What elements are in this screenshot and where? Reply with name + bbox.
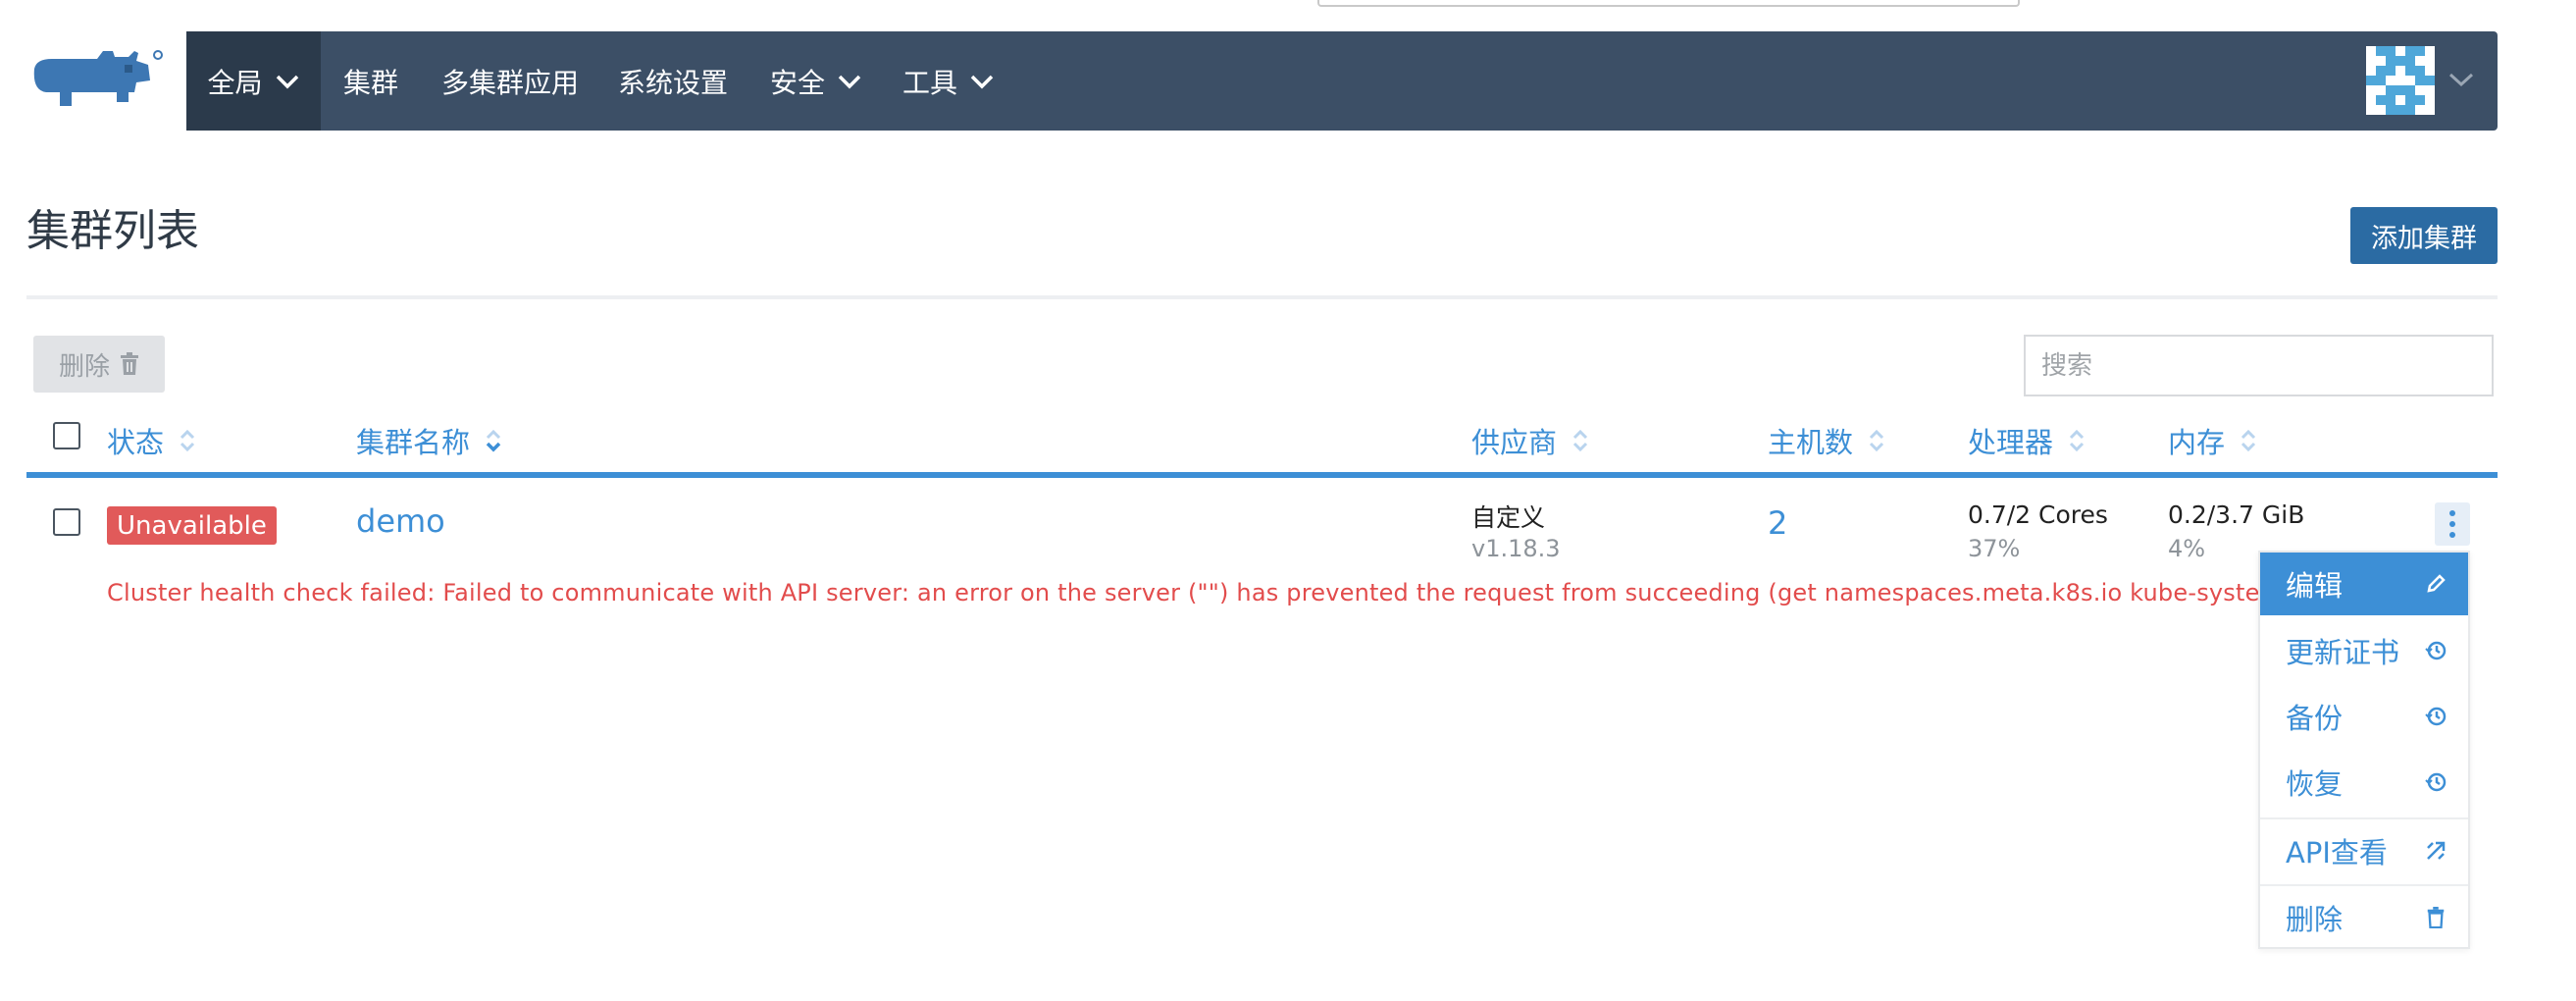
history-icon bbox=[2425, 641, 2447, 660]
menu-item-edit[interactable]: 编辑 bbox=[2260, 553, 2468, 615]
row-checkbox[interactable] bbox=[53, 508, 80, 536]
chevron-down-icon bbox=[838, 75, 861, 88]
select-all-checkbox[interactable] bbox=[53, 422, 80, 449]
nav-clusters[interactable]: 集群 bbox=[343, 31, 398, 131]
nav-multi-cluster-apps-label: 多集群应用 bbox=[441, 66, 580, 99]
user-avatar-icon[interactable] bbox=[2366, 46, 2435, 115]
history-icon bbox=[2425, 772, 2447, 792]
menu-item-restore[interactable]: 恢复 bbox=[2260, 751, 2468, 814]
memory-usage: 0.2/3.7 GiB bbox=[2168, 500, 2305, 529]
host-count-link[interactable]: 2 bbox=[1768, 504, 1787, 542]
menu-item-view-api-label: API查看 bbox=[2286, 836, 2388, 869]
cpu-usage: 0.7/2 Cores bbox=[1968, 500, 2108, 529]
provider-version: v1.18.3 bbox=[1471, 535, 1561, 562]
nav-security[interactable]: 安全 bbox=[770, 31, 862, 131]
cpu-percent: 37% bbox=[1968, 535, 2021, 562]
history-icon bbox=[2425, 707, 2447, 726]
menu-item-delete-label: 删除 bbox=[2286, 903, 2344, 936]
nav-global-label: 全局 bbox=[207, 66, 263, 99]
table-header-divider bbox=[26, 472, 2498, 478]
nav-tools[interactable]: 工具 bbox=[902, 31, 995, 131]
user-menu-chevron-icon[interactable] bbox=[2447, 71, 2475, 88]
sort-icon bbox=[1869, 429, 1884, 452]
menu-item-backup-label: 备份 bbox=[2286, 702, 2344, 735]
status-badge: Unavailable bbox=[107, 506, 277, 545]
sort-icon bbox=[2241, 429, 2256, 452]
provider-name: 自定义 bbox=[1471, 503, 1546, 532]
column-cluster-name-label: 集群名称 bbox=[356, 426, 471, 459]
memory-percent: 4% bbox=[2168, 535, 2206, 562]
column-provider-label: 供应商 bbox=[1471, 426, 1558, 459]
pencil-icon bbox=[2427, 574, 2446, 593]
menu-item-rotate-certs-label: 更新证书 bbox=[2286, 636, 2400, 669]
nav-system-settings[interactable]: 系统设置 bbox=[618, 31, 728, 131]
search-input[interactable] bbox=[2024, 335, 2494, 396]
menu-item-delete[interactable]: 删除 bbox=[2260, 886, 2468, 949]
cluster-error-message: Cluster health check failed: Failed to c… bbox=[107, 579, 2293, 606]
menu-item-restore-label: 恢复 bbox=[2286, 767, 2344, 801]
row-actions-kebab-icon[interactable] bbox=[2435, 502, 2470, 546]
cluster-name-link[interactable]: demo bbox=[356, 502, 445, 540]
column-header-cpu[interactable]: 处理器 bbox=[1968, 420, 2087, 461]
chevron-down-icon bbox=[276, 75, 298, 88]
column-header-cluster-name[interactable]: 集群名称 bbox=[356, 420, 503, 461]
nav-tools-label: 工具 bbox=[902, 66, 958, 99]
external-link-icon bbox=[2427, 841, 2446, 860]
bulk-delete-button[interactable]: 删除 bbox=[33, 336, 165, 393]
trash-icon bbox=[2427, 907, 2445, 928]
column-header-status[interactable]: 状态 bbox=[107, 420, 197, 461]
menu-item-edit-label: 编辑 bbox=[2286, 569, 2344, 603]
row-action-menu: 编辑 更新证书 备份 恢复 API查看 删除 bbox=[2258, 551, 2470, 949]
sort-icon bbox=[2069, 429, 2085, 452]
title-divider bbox=[26, 295, 2498, 299]
column-hosts-label: 主机数 bbox=[1768, 426, 1854, 459]
sort-icon bbox=[180, 429, 195, 452]
sort-desc-icon bbox=[486, 429, 501, 452]
top-navbar: 全局 集群 多集群应用 系统设置 安全 工具 bbox=[186, 31, 2498, 131]
nav-multi-cluster-apps[interactable]: 多集群应用 bbox=[441, 31, 579, 131]
column-header-provider[interactable]: 供应商 bbox=[1471, 420, 1590, 461]
trash-icon bbox=[121, 352, 138, 375]
menu-item-view-api[interactable]: API查看 bbox=[2260, 819, 2468, 882]
column-cpu-label: 处理器 bbox=[1968, 426, 2054, 459]
menu-item-rotate-certs[interactable]: 更新证书 bbox=[2260, 619, 2468, 682]
rancher-logo-icon[interactable] bbox=[26, 47, 164, 114]
chevron-down-icon bbox=[970, 75, 994, 88]
column-status-label: 状态 bbox=[107, 426, 165, 459]
nav-system-settings-label: 系统设置 bbox=[618, 66, 729, 99]
add-cluster-button[interactable]: 添加集群 bbox=[2350, 207, 2498, 264]
column-header-hosts[interactable]: 主机数 bbox=[1768, 420, 1886, 461]
column-header-memory[interactable]: 内存 bbox=[2168, 420, 2258, 461]
sort-icon bbox=[1572, 429, 1588, 452]
nav-clusters-label: 集群 bbox=[343, 66, 399, 99]
nav-security-label: 安全 bbox=[770, 66, 826, 99]
bulk-delete-label: 删除 bbox=[58, 351, 110, 382]
column-memory-label: 内存 bbox=[2168, 426, 2226, 459]
menu-item-backup[interactable]: 备份 bbox=[2260, 685, 2468, 748]
nav-global[interactable]: 全局 bbox=[186, 31, 321, 131]
dropdown-popup-edge bbox=[1317, 0, 2020, 7]
page-title: 集群列表 bbox=[26, 206, 199, 256]
